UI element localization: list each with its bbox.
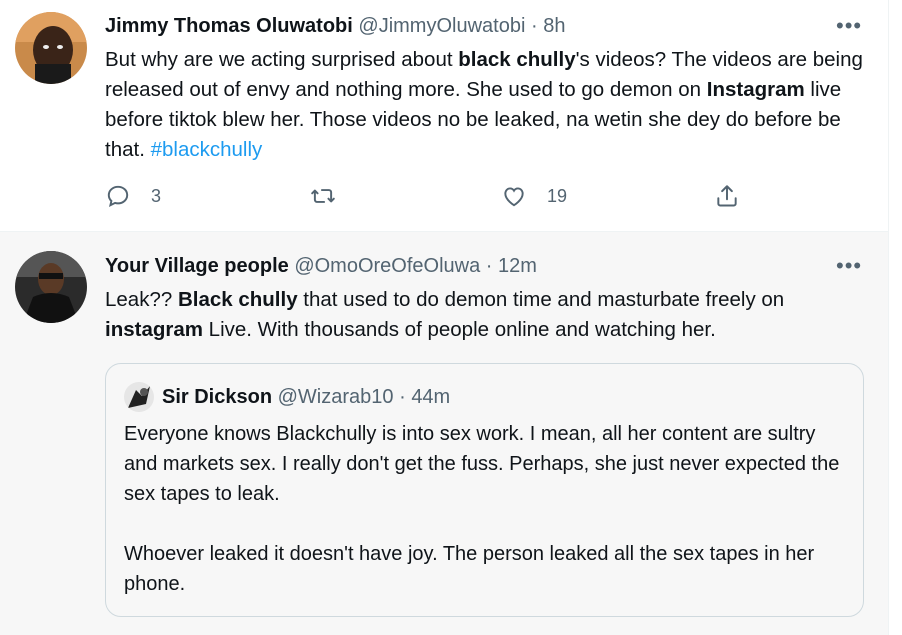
column-divider (888, 0, 902, 635)
bold-text: Black chully (177, 288, 298, 311)
author-handle[interactable]: @OmoOreOfeOluwa (294, 255, 480, 277)
tweet-text: Leak?? Black chully that used to do demo… (105, 285, 875, 345)
quote-paragraph: Whoever leaked it doesn't have joy. The … (124, 543, 815, 595)
retweet-button[interactable] (310, 183, 336, 209)
quote-header: Sir Dickson @Wizarab10 · 44m (162, 384, 450, 410)
author-name[interactable]: Jimmy Thomas Oluwatobi (105, 15, 353, 37)
avatar[interactable] (124, 382, 154, 412)
bold-text: Instagram (706, 78, 805, 101)
tweet-actions: 3 19 (103, 183, 753, 215)
avatar[interactable] (15, 12, 87, 84)
tweet-card[interactable]: Your Village people @OmoOreOfeOluwa · 12… (0, 232, 888, 635)
separator-dot: · (399, 386, 406, 408)
text-segment: that used to do demon time and masturbat… (297, 288, 785, 311)
more-options-icon[interactable]: ••• (836, 15, 862, 37)
tweet-text: But why are we acting surprised about bl… (105, 45, 875, 165)
more-options-icon[interactable]: ••• (836, 255, 862, 277)
like-count: 19 (547, 185, 568, 206)
timestamp[interactable]: 8h (543, 15, 565, 37)
text-segment: But why are we acting surprised about (105, 48, 459, 71)
author-name[interactable]: Your Village people (105, 255, 289, 277)
reply-icon (107, 185, 129, 207)
avatar[interactable] (15, 251, 87, 323)
bold-text: black chully (458, 48, 576, 71)
share-icon (717, 185, 737, 207)
author-name[interactable]: Sir Dickson (162, 386, 272, 408)
tweet-card[interactable]: Jimmy Thomas Oluwatobi @JimmyOluwatobi ·… (0, 0, 888, 232)
author-handle[interactable]: @JimmyOluwatobi (358, 15, 525, 37)
reply-count: 3 (151, 185, 162, 206)
quote-text: Everyone knows Blackchully is into sex w… (124, 419, 854, 629)
separator-dot: · (485, 255, 493, 277)
like-button[interactable]: 19 (501, 183, 567, 209)
timestamp[interactable]: 44m (411, 386, 450, 408)
text-segment: Live. With thousands of people online an… (202, 318, 716, 341)
heart-icon (504, 187, 524, 207)
bold-text: instagram (105, 318, 203, 341)
tweet-header: Your Village people @OmoOreOfeOluwa · 12… (105, 253, 537, 279)
hashtag-link[interactable]: #blackchully (151, 138, 263, 161)
text-segment: Leak?? (105, 288, 178, 311)
quoted-tweet[interactable]: Sir Dickson @Wizarab10 · 44m Everyone kn… (105, 363, 864, 617)
author-handle[interactable]: @Wizarab10 (278, 386, 394, 408)
retweet-icon (311, 189, 335, 203)
tweet-header: Jimmy Thomas Oluwatobi @JimmyOluwatobi ·… (105, 13, 565, 39)
share-button[interactable] (714, 183, 740, 209)
separator-dot: · (530, 15, 538, 37)
quote-paragraph: Everyone knows Blackchully is into sex w… (124, 423, 840, 505)
reply-button[interactable]: 3 (105, 183, 161, 209)
timestamp[interactable]: 12m (498, 255, 537, 277)
